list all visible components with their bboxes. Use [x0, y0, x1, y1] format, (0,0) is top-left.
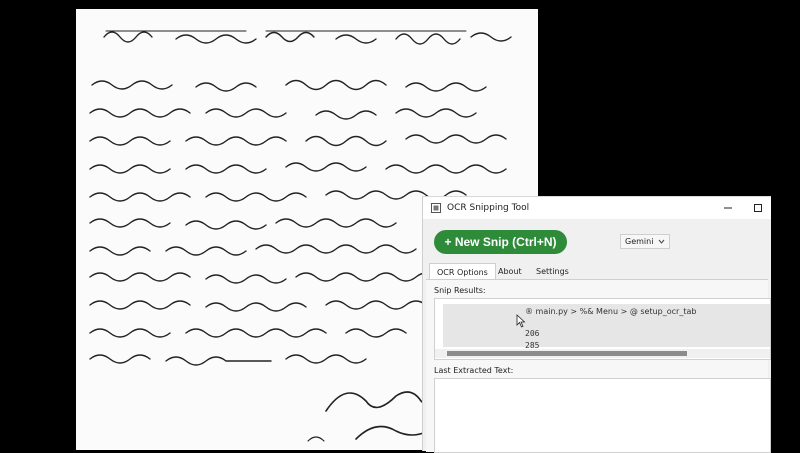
desktop-background [770, 0, 800, 450]
model-select-value: Gemini [625, 237, 654, 246]
last-extracted-label: Last Extracted Text: [434, 366, 514, 375]
tab-bar: OCR Options About Settings [423, 261, 771, 280]
snip-results-label: Snip Results: [434, 286, 486, 295]
minimize-icon [724, 207, 732, 209]
maximize-icon [754, 204, 762, 212]
code-breadcrumb: ® main.py > %& Menu > @ setup_ocr_tab [525, 307, 697, 316]
title-bar[interactable]: OCR Snipping Tool [423, 197, 771, 219]
toolbar: + New Snip (Ctrl+N) Gemini [423, 219, 771, 261]
scrollbar-thumb[interactable] [447, 351, 687, 356]
result-line: 206 [525, 329, 540, 338]
minimize-button[interactable] [715, 197, 741, 219]
last-extracted-text-area[interactable] [434, 378, 771, 453]
tab-ocr-options[interactable]: OCR Options [429, 263, 496, 280]
snip-results-box[interactable]: ® main.py > %& Menu > @ setup_ocr_tab 20… [434, 298, 771, 360]
model-select[interactable]: Gemini [620, 234, 670, 249]
app-icon [431, 203, 441, 213]
window-title: OCR Snipping Tool [447, 203, 530, 213]
chevron-down-icon [658, 239, 665, 244]
ocr-snipping-tool-window: OCR Snipping Tool + New Snip (Ctrl+N) Ge… [422, 196, 771, 453]
maximize-button[interactable] [745, 197, 771, 219]
tab-settings[interactable]: Settings [529, 263, 576, 279]
new-snip-button[interactable]: + New Snip (Ctrl+N) [434, 230, 567, 254]
tab-about[interactable]: About [491, 263, 529, 279]
horizontal-scrollbar[interactable] [435, 349, 770, 358]
mouse-cursor-icon [516, 314, 526, 328]
